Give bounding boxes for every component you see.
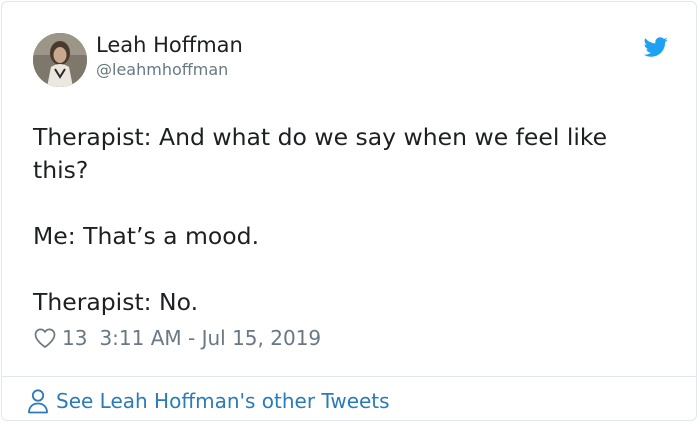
see-other-tweets-link[interactable]: See Leah Hoffman's other Tweets (27, 386, 390, 416)
person-outline-icon (28, 389, 48, 414)
see-other-tweets-label: See Leah Hoffman's other Tweets (56, 389, 390, 413)
embedded-tweet-card: Leah Hoffman @leahmhoffman Therapist: An… (1, 1, 697, 421)
tweet-line: Therapist: No. (33, 288, 199, 316)
author-name[interactable]: Leah Hoffman (96, 33, 243, 57)
tweet-line: Therapist: And what do we say when we fe… (33, 123, 608, 184)
avatar-image (33, 33, 87, 87)
tweet-line: Me: That’s a mood. (33, 222, 260, 250)
author-handle[interactable]: @leahmhoffman (96, 60, 228, 79)
like-count[interactable]: 13 (62, 326, 87, 350)
avatar[interactable] (33, 33, 87, 87)
tweet-timestamp[interactable]: 3:11 AM - Jul 15, 2019 (99, 326, 321, 350)
heart-outline-icon[interactable] (33, 326, 57, 350)
tweet-meta: 13 3:11 AM - Jul 15, 2019 (33, 324, 321, 352)
divider (2, 376, 696, 377)
twitter-bird-icon[interactable] (643, 35, 669, 59)
tweet-text: Therapist: And what do we say when we fe… (33, 121, 663, 319)
